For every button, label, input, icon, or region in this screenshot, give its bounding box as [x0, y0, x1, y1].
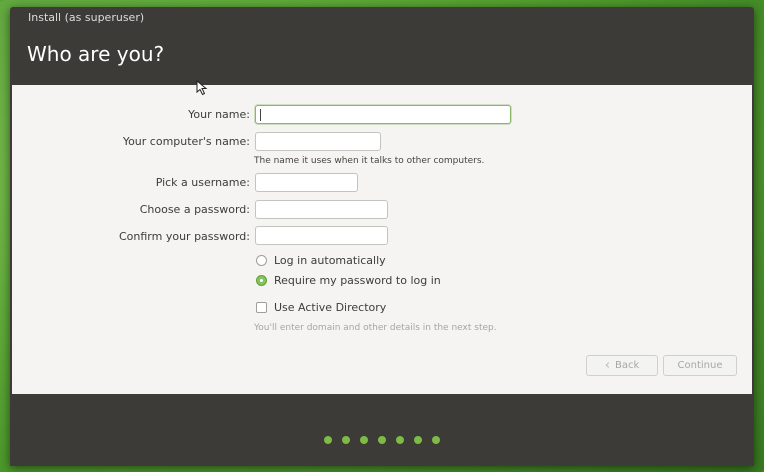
progress-dot	[378, 436, 386, 444]
back-button[interactable]: ‹ Back	[586, 355, 658, 376]
page-header: Who are you?	[10, 29, 754, 85]
active-directory-option[interactable]: Use Active Directory	[256, 299, 386, 315]
active-directory-hint: You'll enter domain and other details in…	[254, 323, 497, 333]
window-title: Install (as superuser)	[28, 11, 145, 24]
continue-button[interactable]: Continue	[663, 355, 737, 376]
progress-dot	[324, 436, 332, 444]
form-panel: Your name: Your computer's name: The nam…	[12, 85, 752, 394]
active-directory-label: Use Active Directory	[274, 300, 387, 314]
installer-footer	[10, 394, 754, 466]
require-password-label: Require my password to log in	[274, 273, 441, 287]
progress-dot	[342, 436, 350, 444]
page-title: Who are you?	[27, 42, 165, 66]
progress-dot	[360, 436, 368, 444]
progress-dot	[396, 436, 404, 444]
computer-name-label: Your computer's name:	[122, 135, 250, 148]
installer-window: Install (as superuser) Who are you? Your…	[10, 7, 754, 466]
password-label: Choose a password:	[139, 203, 250, 216]
auto-login-radio[interactable]	[256, 254, 267, 266]
active-directory-checkbox[interactable]	[256, 301, 267, 313]
require-password-option[interactable]: Require my password to log in	[256, 272, 441, 288]
mouse-pointer-icon	[196, 80, 208, 96]
username-label: Pick a username:	[155, 176, 250, 189]
confirm-password-input[interactable]	[255, 226, 388, 245]
computer-name-hint: The name it uses when it talks to other …	[254, 156, 485, 166]
auto-login-label: Log in automatically	[274, 253, 386, 267]
text-caret	[260, 109, 261, 121]
your-name-label: Your name:	[188, 108, 250, 121]
confirm-password-label: Confirm your password:	[118, 230, 250, 243]
progress-dot	[414, 436, 422, 444]
back-button-label: Back	[614, 360, 640, 371]
progress-dots	[324, 436, 450, 444]
auto-login-option[interactable]: Log in automatically	[256, 252, 386, 268]
password-input[interactable]	[255, 200, 388, 219]
your-name-input[interactable]	[255, 105, 511, 124]
username-input[interactable]	[255, 173, 358, 192]
require-password-radio[interactable]	[256, 274, 267, 286]
progress-dot	[432, 436, 440, 444]
chevron-left-icon: ‹	[604, 358, 610, 373]
continue-button-label: Continue	[677, 360, 723, 371]
computer-name-input[interactable]	[255, 132, 381, 151]
